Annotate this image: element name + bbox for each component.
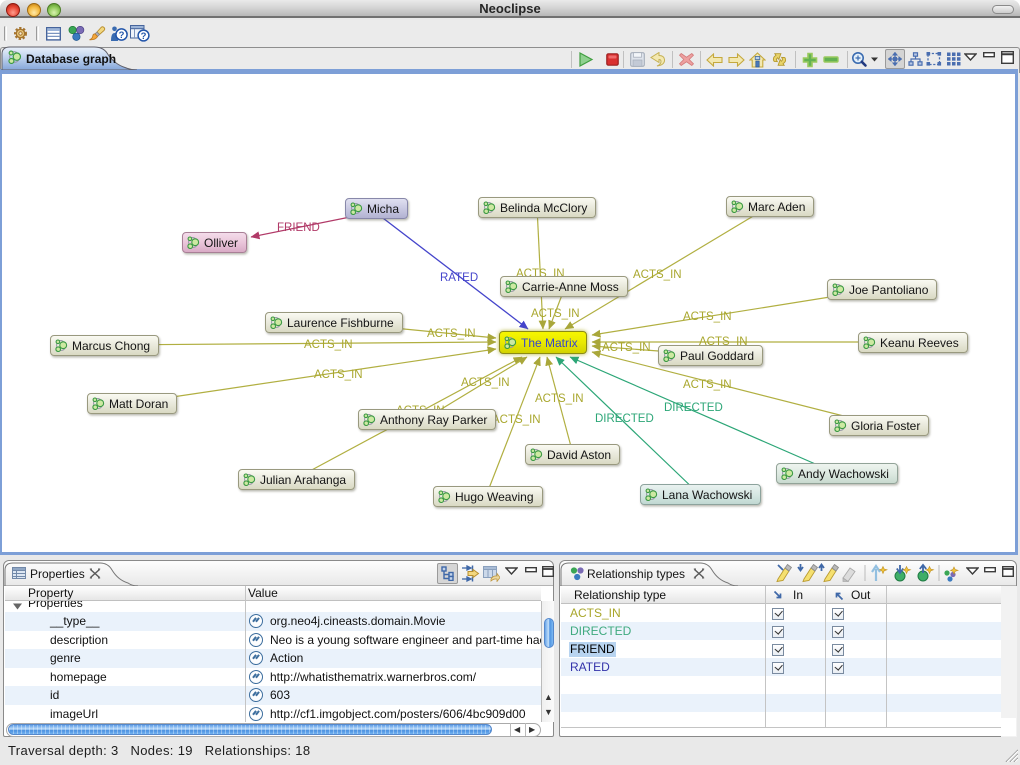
svg-text:ACTS_IN: ACTS_IN (683, 379, 732, 391)
svg-text:ACTS_IN: ACTS_IN (602, 342, 651, 354)
svg-text:ACTS_IN: ACTS_IN (531, 308, 580, 320)
svg-text:ACTS_IN: ACTS_IN (427, 328, 476, 340)
svg-text:ACTS_IN: ACTS_IN (492, 414, 541, 426)
svg-text:DIRECTED: DIRECTED (595, 413, 654, 425)
svg-text:ACTS_IN: ACTS_IN (633, 269, 682, 281)
svg-text:FRIEND: FRIEND (277, 222, 320, 234)
svg-text:ACTS_IN: ACTS_IN (304, 339, 353, 351)
svg-text:ACTS_IN: ACTS_IN (314, 369, 363, 381)
svg-text:?: ? (119, 30, 125, 41)
svg-text:?: ? (141, 31, 147, 42)
svg-text:DIRECTED: DIRECTED (664, 402, 723, 414)
svg-text:ACTS_IN: ACTS_IN (535, 393, 584, 405)
svg-text:ACTS_IN: ACTS_IN (683, 311, 732, 323)
svg-text:ACTS_IN: ACTS_IN (461, 377, 510, 389)
svg-text:RATED: RATED (440, 272, 478, 284)
